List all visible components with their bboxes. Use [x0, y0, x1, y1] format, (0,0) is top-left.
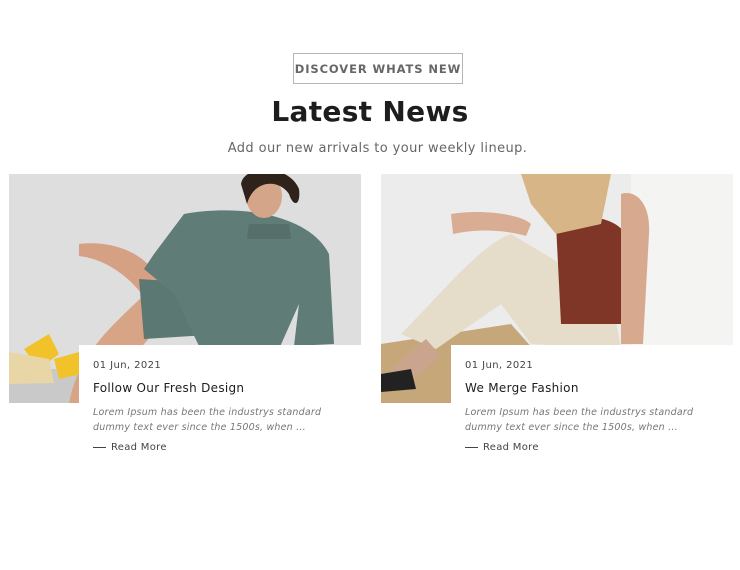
- news-card-panel: 01 Jun, 2021 We Merge Fashion Lorem Ipsu…: [451, 345, 733, 460]
- read-more-link[interactable]: Read More: [93, 442, 361, 453]
- news-card: 01 Jun, 2021 Follow Our Fresh Design Lor…: [9, 174, 361, 464]
- post-title-link[interactable]: Follow Our Fresh Design: [93, 381, 361, 395]
- dash-icon: [93, 447, 106, 448]
- section-title: Latest News: [271, 95, 469, 128]
- dash-icon: [465, 447, 478, 448]
- read-more-link[interactable]: Read More: [465, 442, 733, 453]
- post-excerpt: Lorem Ipsum has been the industrys stand…: [93, 407, 322, 433]
- news-card: 01 Jun, 2021 We Merge Fashion Lorem Ipsu…: [381, 174, 733, 464]
- post-excerpt: Lorem Ipsum has been the industrys stand…: [465, 407, 694, 433]
- discover-whats-new-button[interactable]: DISCOVER WHATS NEW: [293, 53, 463, 84]
- post-date: 01 Jun, 2021: [93, 360, 162, 371]
- read-more-label: Read More: [483, 442, 539, 453]
- post-title-link[interactable]: We Merge Fashion: [465, 381, 733, 395]
- section-subtitle: Add our new arrivals to your weekly line…: [227, 141, 528, 156]
- post-date: 01 Jun, 2021: [465, 360, 534, 371]
- read-more-label: Read More: [111, 442, 167, 453]
- news-card-panel: 01 Jun, 2021 Follow Our Fresh Design Lor…: [79, 345, 361, 460]
